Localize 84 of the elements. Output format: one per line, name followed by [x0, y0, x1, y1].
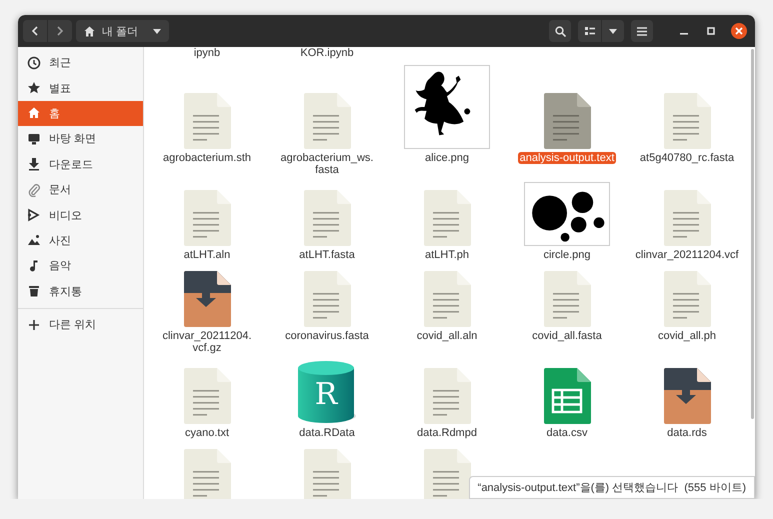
sidebar-item[interactable]: 사진	[18, 228, 143, 254]
sidebar-item[interactable]: 비디오	[18, 202, 143, 228]
file-name[interactable]: data.Rdmpd	[415, 427, 479, 439]
file-name[interactable]: clinvar_20211204. vcf.gz	[160, 330, 254, 354]
scrollbar[interactable]	[751, 49, 754, 419]
home-icon	[27, 106, 41, 120]
star-icon	[27, 81, 41, 96]
text-file-icon[interactable]	[663, 271, 711, 327]
file-name[interactable]: at5g40780_rc.fasta	[638, 152, 736, 164]
text-file-icon[interactable]	[423, 368, 471, 424]
file-name[interactable]: agrobacterium_ws. fasta	[278, 152, 376, 176]
path-button[interactable]: 내 폴더	[76, 20, 170, 42]
file-name[interactable]: data.RData	[297, 427, 357, 439]
text-file-icon[interactable]	[303, 271, 351, 327]
silhouette-thumbnail[interactable]	[404, 65, 490, 149]
sidebar-item[interactable]: 바탕 화면	[18, 126, 143, 152]
sidebar-item[interactable]: 휴지통	[18, 278, 143, 304]
file-name[interactable]: clinvar_20211204.vcf	[633, 249, 741, 261]
sidebar-item[interactable]: 홈	[18, 100, 143, 126]
file-name[interactable]: atLHT.ph	[422, 249, 472, 261]
text-file-icon[interactable]	[183, 93, 231, 149]
view-options-button[interactable]	[602, 20, 624, 42]
file-name[interactable]: atLHT.aln	[182, 249, 232, 261]
paperclip-icon	[27, 182, 41, 197]
search-button[interactable]	[549, 20, 571, 42]
file-name[interactable]: analysis-output.text	[518, 152, 616, 164]
caret-icon	[609, 28, 617, 34]
file-name[interactable]: agrobacterium.sth	[160, 152, 254, 164]
text-file-icon[interactable]	[423, 449, 471, 499]
caret-icon	[153, 28, 162, 34]
file-name[interactable]: covid_all.aln	[414, 330, 480, 342]
menu-button[interactable]	[631, 20, 653, 42]
file-name[interactable]: coronavirus.fasta	[283, 330, 371, 342]
text-file-icon[interactable]	[183, 190, 231, 246]
trash-icon	[27, 284, 41, 298]
file-name[interactable]: data.rds	[665, 427, 709, 439]
forward-button[interactable]	[48, 20, 72, 42]
list-view-icon	[584, 26, 594, 36]
download-file-icon[interactable]	[183, 271, 231, 327]
text-file-icon[interactable]	[303, 190, 351, 246]
home-icon	[84, 26, 95, 36]
file-name[interactable]: covid_all.ph	[656, 330, 718, 342]
close-button[interactable]	[731, 23, 747, 39]
file-name: KOR.ipynb	[299, 47, 355, 59]
text-file-icon[interactable]	[423, 190, 471, 246]
text-file-icon[interactable]	[423, 271, 471, 327]
status-popup: “analysis-output.text”을(를) 선택했습니다 (555 바이트)	[468, 476, 755, 499]
sidebar-item[interactable]: 다운로드	[18, 152, 143, 177]
file-name[interactable]: cyano.txt	[182, 427, 232, 439]
file-name[interactable]: covid_all.fasta	[530, 330, 604, 342]
video-icon	[27, 208, 41, 222]
file-name[interactable]: circle.png	[541, 249, 593, 261]
text-file-icon[interactable]	[183, 449, 231, 499]
maximize-icon	[707, 27, 715, 35]
text-file-icon[interactable]	[663, 190, 711, 246]
plus-icon	[27, 318, 41, 332]
download-icon	[27, 157, 41, 172]
circles-thumbnail[interactable]	[524, 182, 610, 246]
logo-letter: R	[314, 377, 338, 412]
search-icon	[554, 26, 566, 36]
file-name: ipynb	[192, 47, 222, 59]
close-icon	[735, 27, 743, 35]
sidebar-item[interactable]: 별표	[18, 75, 143, 101]
sidebar-item[interactable]: 음악	[18, 253, 143, 279]
spreadsheet-icon[interactable]	[543, 368, 591, 424]
download-file-icon[interactable]	[663, 368, 711, 424]
view-button[interactable]	[578, 20, 601, 42]
text-file-icon[interactable]	[663, 93, 711, 149]
file-name[interactable]: atLHT.fasta	[297, 249, 357, 261]
clock-icon	[27, 56, 41, 70]
text-file-icon[interactable]	[183, 368, 231, 424]
text-file-icon[interactable]	[303, 93, 351, 149]
menu-icon	[637, 26, 647, 36]
sidebar-item[interactable]: 최근	[18, 50, 143, 76]
text-file-icon[interactable]	[543, 271, 591, 327]
sidebar-item[interactable]: 다른 위치	[18, 312, 143, 338]
file-name[interactable]: alice.png	[422, 152, 472, 164]
mountains-icon	[27, 233, 41, 248]
sidebar-item[interactable]: 문서	[18, 176, 143, 202]
file-name[interactable]: data.csv	[544, 427, 590, 439]
monitor-icon	[27, 132, 41, 146]
text-file-icon[interactable]	[543, 93, 591, 149]
text-file-icon[interactable]	[303, 449, 351, 499]
back-button[interactable]	[23, 20, 47, 42]
